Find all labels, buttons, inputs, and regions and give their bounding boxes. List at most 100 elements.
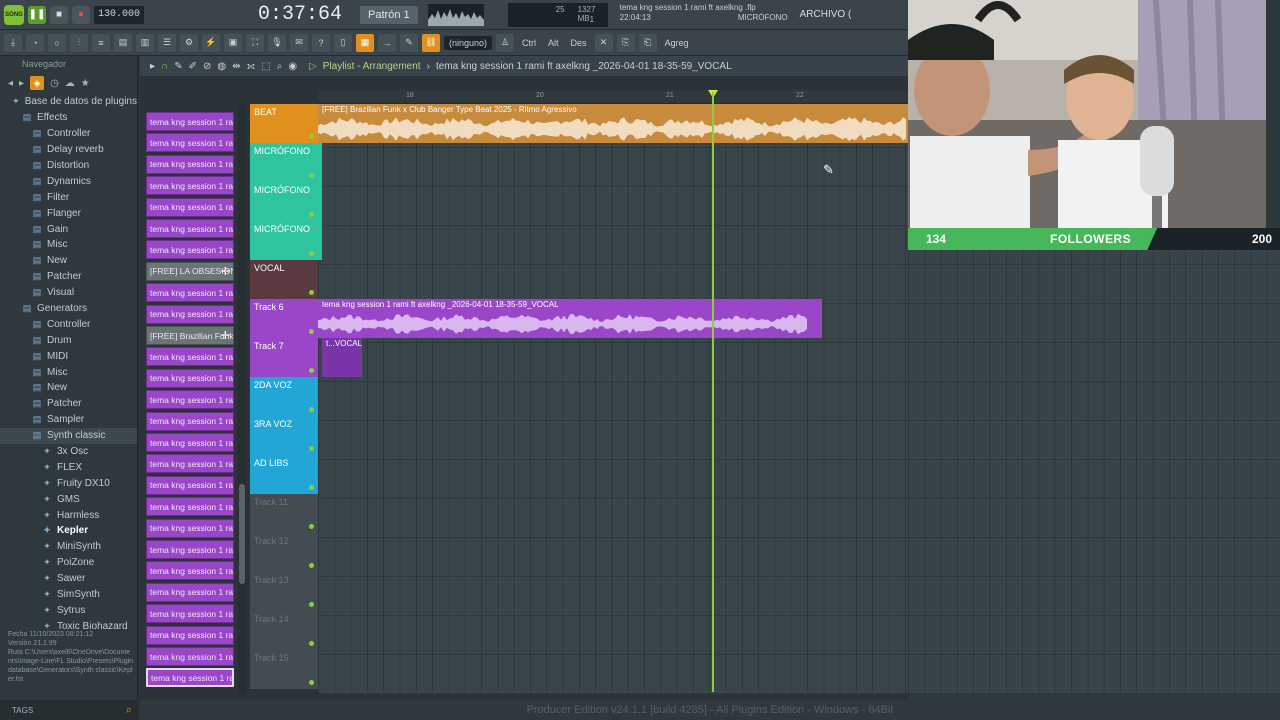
track-enable-led[interactable] — [309, 446, 314, 451]
channel-button[interactable]: tema kng session 1 rami... — [146, 176, 234, 196]
clock-icon[interactable]: ◷ — [50, 78, 59, 89]
zoom-icon[interactable]: ⌕ — [277, 61, 283, 72]
playback-icon[interactable]: ◉ — [288, 61, 297, 72]
browser-item[interactable]: ✦ 3x Osc — [0, 444, 137, 460]
small-vocal-clip[interactable]: t...VOCAL — [322, 338, 362, 377]
browser-item[interactable]: ✦ Sytrus — [0, 603, 137, 619]
channel-button[interactable]: tema kng session 1 rami... — [146, 497, 234, 517]
archivo-menu[interactable]: ARCHIVO ( — [800, 9, 852, 20]
plugin-filter-icon[interactable]: ◈ — [30, 76, 45, 90]
back-icon[interactable]: ◂ — [8, 78, 13, 89]
track-enable-led[interactable] — [309, 212, 314, 217]
add-key[interactable]: Agreg — [661, 34, 693, 52]
browser-item[interactable]: ✦ MiniSynth — [0, 539, 137, 555]
channel-button[interactable]: tema kng session 1 rami... — [146, 112, 234, 131]
channel-button[interactable]: tema kng session 1 rami... — [146, 240, 234, 260]
track-enable-led[interactable] — [309, 173, 314, 178]
channel-button[interactable]: tema kng session 1 rami... — [146, 540, 234, 559]
stop-button[interactable]: ■ — [50, 5, 68, 24]
browser-item[interactable]: ✦ PoiZone — [0, 555, 137, 571]
draw-icon[interactable]: ✎ — [400, 33, 418, 52]
browser-item[interactable]: ▤ Synth classic — [0, 427, 137, 444]
browser-item[interactable]: ▤ Visual — [0, 285, 137, 301]
track-header[interactable]: MICRÓFONO — [250, 143, 318, 182]
channel-button[interactable]: tema kng session 1 rami... — [146, 625, 234, 645]
browser-item[interactable]: ▤ MIDI — [0, 348, 137, 364]
vocal-clip[interactable]: tema kng session 1 rami ft axelkng _2026… — [318, 299, 822, 338]
ctrl-key[interactable]: Ctrl — [518, 34, 540, 52]
browser-item[interactable]: ✦ Fruity DX10 — [0, 475, 137, 491]
channel-button[interactable]: tema kng session 1 rami... — [146, 518, 234, 538]
channel-button[interactable]: tema kng session 1 rami... — [146, 604, 234, 624]
channel-button[interactable]: tema kng session 1 rami... — [146, 283, 234, 303]
help-icon[interactable]: ? — [312, 33, 330, 52]
cut-icon[interactable]: ✕ — [594, 33, 613, 52]
channel-button[interactable]: tema kng session 1 rami... — [146, 475, 234, 495]
track-header[interactable]: 3RA VOZ — [250, 416, 318, 455]
track-enable-led[interactable] — [309, 407, 314, 412]
browser-item[interactable]: ▤ Controller — [0, 126, 137, 142]
cloud-icon[interactable]: ☁ — [65, 78, 75, 89]
snap-magnet-icon[interactable]: ∩ — [161, 61, 168, 72]
mic-icon[interactable]: 🎙 — [268, 33, 286, 52]
forward-icon[interactable]: ▸ — [19, 78, 24, 89]
channel-button[interactable]: tema kng session 1 rami... — [146, 433, 234, 452]
piano-roll-icon[interactable]: ⫶ — [70, 33, 88, 52]
channel-button[interactable]: tema kng session 1 rami... — [146, 647, 234, 666]
mic-clip-marker[interactable] — [318, 143, 322, 260]
track-enable-led[interactable] — [309, 329, 314, 334]
browser-item[interactable]: ✦ FLEX — [0, 459, 137, 475]
move-icon[interactable]: ✛ — [221, 329, 230, 342]
render-icon[interactable]: ⛶ — [246, 33, 264, 52]
pattern-selector[interactable]: Patrón 1 — [360, 5, 418, 24]
channel-button[interactable]: tema kng session 1 rami... — [146, 668, 234, 688]
channel-button[interactable]: tema kng session 1 rami... — [146, 368, 234, 388]
browser-icon[interactable]: ☰ — [158, 33, 176, 52]
browser-item[interactable]: ▤ New — [0, 380, 137, 396]
track-header[interactable]: Track 6 — [250, 299, 318, 338]
tempo-display[interactable]: 130.000 — [94, 5, 145, 24]
slip-icon[interactable]: ⇹ — [232, 61, 240, 72]
browser-item[interactable]: ▤ Drum — [0, 332, 137, 348]
browser-item[interactable]: ▤ Effects — [0, 110, 137, 126]
alt-key[interactable]: Alt — [544, 34, 563, 52]
channel-scrollbar[interactable] — [238, 104, 246, 694]
channel-button[interactable]: [FREE] Brazilian Funk... ✛ — [146, 326, 234, 345]
track-header[interactable]: 2DA VOZ — [250, 377, 318, 416]
stamp-icon[interactable]: ♙ — [496, 33, 515, 52]
playlist-options-icon[interactable]: ▸ — [150, 61, 155, 72]
plug-icon[interactable]: ⚡ — [202, 33, 220, 52]
metronome-icon[interactable]: ◔ — [26, 33, 44, 52]
channel-button[interactable]: tema kng session 1 rami... — [146, 347, 234, 367]
pause-button[interactable]: ❚❚ — [28, 5, 46, 24]
track-enable-led[interactable] — [309, 641, 314, 646]
browser-item[interactable]: ▤ Filter — [0, 189, 137, 205]
browser-item[interactable]: ▤ Dynamics — [0, 173, 137, 189]
copy-icon[interactable]: ⎘ — [616, 33, 635, 52]
undo-key[interactable]: Des — [567, 34, 591, 52]
plugin-database-root[interactable]: ✦ Base de datos de plugins — [0, 94, 137, 110]
star-icon[interactable]: ★ — [81, 78, 90, 89]
browser-item[interactable]: ▤ Delay reverb — [0, 142, 137, 158]
arrow-right-icon[interactable]: → — [378, 33, 396, 52]
track-header[interactable]: AD LIBS — [250, 455, 318, 494]
play-icon[interactable]: ▷ — [309, 61, 317, 72]
browser-item[interactable]: ▤ Generators — [0, 301, 137, 317]
channel-button[interactable]: tema kng session 1 rami... — [146, 390, 234, 410]
track-enable-led[interactable] — [309, 251, 314, 256]
select-icon[interactable]: ⬚ — [261, 61, 270, 72]
browser-item[interactable]: ✦ Kepler — [0, 523, 137, 539]
track-header[interactable]: Track 12 — [250, 533, 318, 572]
track-enable-led[interactable] — [309, 134, 314, 139]
download-icon[interactable]: ⤓ — [4, 33, 22, 52]
playlist-icon[interactable]: ▥ — [136, 33, 154, 52]
browser-item[interactable]: ▤ Misc — [0, 237, 137, 253]
search-icon[interactable]: ⌕ — [126, 704, 132, 717]
track-header[interactable]: MICRÓFONO — [250, 182, 318, 221]
browser-item[interactable]: ▤ Flanger — [0, 205, 137, 221]
channel-button[interactable]: tema kng session 1 rami... — [146, 304, 234, 324]
browser-item[interactable]: ▤ Patcher — [0, 269, 137, 285]
touch-icon[interactable]: ▯ — [334, 33, 352, 52]
plugin-picker-icon[interactable]: ⚙ — [180, 33, 198, 52]
browser-item[interactable]: ✦ Harmless — [0, 507, 137, 523]
